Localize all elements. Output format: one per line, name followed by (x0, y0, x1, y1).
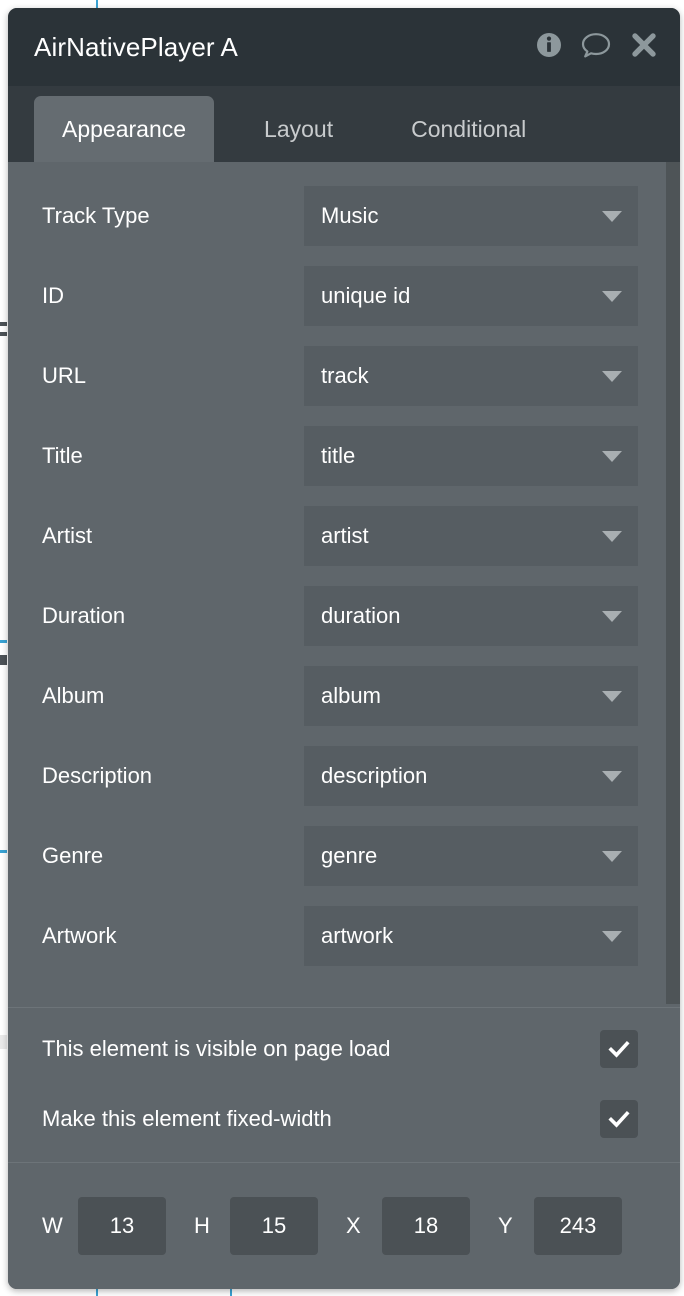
field-row-genre: Genre genre (8, 816, 680, 896)
panel-tabs: Appearance Layout Conditional (8, 86, 680, 162)
geometry-item-width: W 13 (42, 1197, 166, 1255)
titlebar-actions (536, 31, 658, 64)
tab-layout[interactable]: Layout (236, 96, 361, 162)
dropdown-genre[interactable]: genre (304, 826, 638, 886)
field-label-duration: Duration (42, 603, 126, 628)
dropdown-album[interactable]: album (304, 666, 638, 726)
dropdown-value-description: description (321, 763, 428, 788)
vertical-scrollbar-track[interactable] (666, 162, 680, 1007)
chevron-down-icon (602, 290, 622, 302)
panel-body: Track Type Music ID unique id URL track … (8, 162, 680, 1289)
chevron-down-icon (602, 690, 622, 702)
field-row-artist: Artist artist (8, 496, 680, 576)
dropdown-value-track-type: Music (321, 203, 379, 228)
canvas-element-b (0, 332, 7, 336)
tab-conditional[interactable]: Conditional (383, 96, 554, 162)
geometry-label-height: H (194, 1213, 210, 1238)
geometry-label-x: X (346, 1213, 361, 1238)
dropdown-title[interactable]: title (304, 426, 638, 486)
field-row-album: Album album (8, 656, 680, 736)
dropdown-value-id: unique id (321, 283, 411, 308)
property-inspector-panel: AirNativePlayer A Appearance Layout Cond… (8, 8, 680, 1289)
chevron-down-icon (602, 770, 622, 782)
screen: AirNativePlayer A Appearance Layout Cond… (0, 0, 684, 1296)
chevron-down-icon (602, 610, 622, 622)
field-row-artwork: Artwork artwork (8, 896, 680, 976)
canvas-element-d (0, 655, 7, 665)
geometry-input-x[interactable]: 18 (382, 1197, 470, 1255)
geometry-item-x: X 18 (346, 1197, 470, 1255)
comment-icon[interactable] (581, 31, 611, 64)
canvas-element-a (0, 322, 7, 326)
close-icon[interactable] (630, 31, 658, 64)
tab-appearance[interactable]: Appearance (34, 96, 215, 162)
geometry-input-width[interactable]: 13 (78, 1197, 166, 1255)
checkbox-label-fixed-width: Make this element fixed-width (42, 1106, 332, 1131)
geometry-input-y[interactable]: 243 (534, 1197, 622, 1255)
geometry-item-height: H 15 (194, 1197, 318, 1255)
field-label-title: Title (42, 443, 83, 468)
chevron-down-icon (602, 930, 622, 942)
dropdown-artwork[interactable]: artwork (304, 906, 638, 966)
field-label-description: Description (42, 763, 153, 788)
field-row-id: ID unique id (8, 256, 680, 336)
field-label-id: ID (42, 283, 64, 308)
dropdown-value-genre: genre (321, 843, 378, 868)
chevron-down-icon (602, 210, 622, 222)
chevron-down-icon (602, 850, 622, 862)
visibility-options-section: This element is visible on page load Mak… (8, 1008, 680, 1162)
canvas-element-c (0, 640, 7, 643)
checkbox-fixed-width[interactable] (600, 1100, 638, 1138)
panel-titlebar: AirNativePlayer A (8, 8, 680, 86)
field-label-album: Album (42, 683, 105, 708)
dropdown-value-duration: duration (321, 603, 401, 628)
info-icon[interactable] (536, 32, 562, 63)
tab-layout-label: Layout (264, 115, 334, 142)
geometry-input-height[interactable]: 15 (230, 1197, 318, 1255)
canvas-element-e (0, 850, 7, 853)
dropdown-url[interactable]: track (304, 346, 638, 406)
geometry-item-y: Y 243 (498, 1197, 622, 1255)
geometry-section: W 13 H 15 X 18 Y 243 (8, 1163, 680, 1289)
tab-appearance-label: Appearance (62, 115, 187, 142)
alignment-guide-bottom-b (230, 1288, 232, 1296)
field-row-url: URL track (8, 336, 680, 416)
chevron-down-icon (602, 450, 622, 462)
alignment-guide-bottom-a (96, 1288, 98, 1296)
vertical-scrollbar-thumb[interactable] (666, 162, 680, 1004)
checkbox-label-visible-on-page-load: This element is visible on page load (42, 1036, 391, 1061)
field-row-duration: Duration duration (8, 576, 680, 656)
geometry-label-y: Y (498, 1213, 513, 1238)
field-label-track-type: Track Type (42, 203, 150, 228)
appearance-fields-scrollarea: Track Type Music ID unique id URL track … (8, 162, 680, 1007)
dropdown-value-album: album (321, 683, 381, 708)
checkbox-row-fixed-width: Make this element fixed-width (8, 1084, 680, 1154)
field-row-description: Description description (8, 736, 680, 816)
checkbox-row-visible-on-page-load: This element is visible on page load (8, 1014, 680, 1084)
chevron-down-icon (602, 370, 622, 382)
panel-title: AirNativePlayer A (34, 31, 238, 62)
field-row-title: Title title (8, 416, 680, 496)
dropdown-description[interactable]: description (304, 746, 638, 806)
dropdown-id[interactable]: unique id (304, 266, 638, 326)
dropdown-value-artist: artist (321, 523, 369, 548)
dropdown-duration[interactable]: duration (304, 586, 638, 646)
geometry-label-width: W (42, 1213, 63, 1238)
field-label-url: URL (42, 363, 87, 388)
field-label-artist: Artist (42, 523, 93, 548)
field-row-track-type: Track Type Music (8, 176, 680, 256)
dropdown-value-title: title (321, 443, 356, 468)
canvas-element-f (0, 1035, 7, 1049)
chevron-down-icon (602, 530, 622, 542)
dropdown-track-type[interactable]: Music (304, 186, 638, 246)
dropdown-value-url: track (321, 363, 369, 388)
field-label-genre: Genre (42, 843, 104, 868)
dropdown-artist[interactable]: artist (304, 506, 638, 566)
dropdown-value-artwork: artwork (321, 923, 394, 948)
field-label-artwork: Artwork (42, 923, 117, 948)
tab-conditional-label: Conditional (411, 115, 527, 142)
checkbox-visible-on-page-load[interactable] (600, 1030, 638, 1068)
